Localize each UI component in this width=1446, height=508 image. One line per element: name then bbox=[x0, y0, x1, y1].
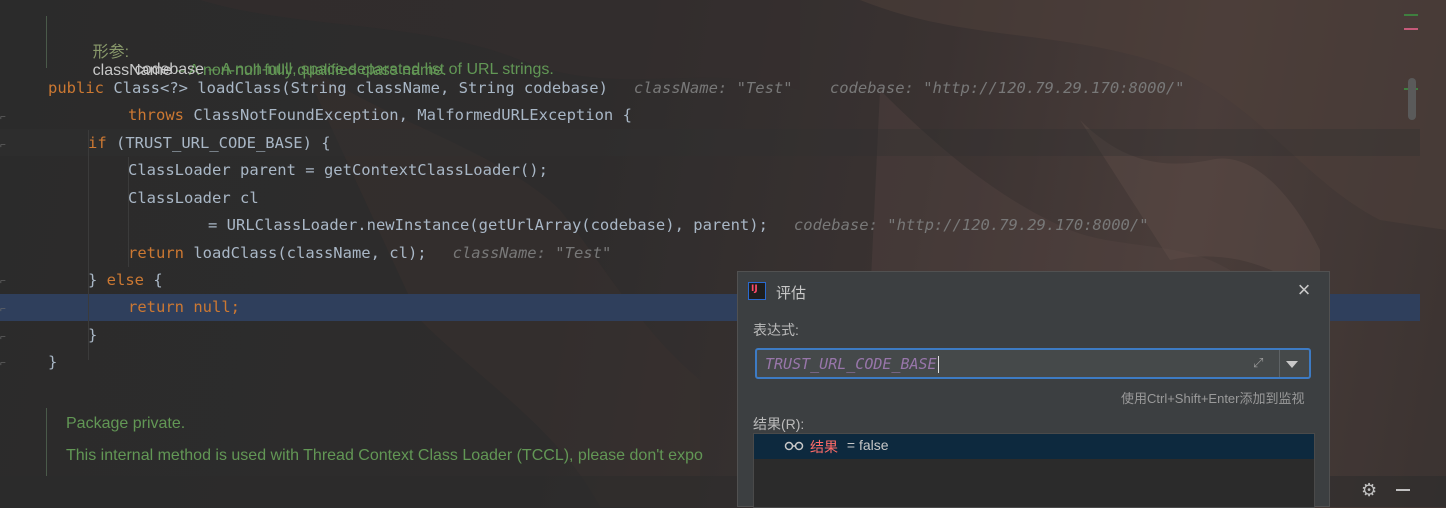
evaluate-dialog: 评估 × 表达式: TRUST_URL_CODE_BASE ⤢ 使用Ctrl+S… bbox=[737, 271, 1330, 508]
expression-input[interactable]: TRUST_URL_CODE_BASE ⤢ bbox=[755, 348, 1311, 379]
code-line: return loadClass(className, cl); classNam… bbox=[128, 244, 612, 262]
code-line: = URLClassLoader.newInstance(getUrlArray… bbox=[208, 216, 1149, 234]
code-line: if (TRUST_URL_CODE_BASE) { bbox=[88, 134, 331, 152]
result-value: = false bbox=[843, 437, 889, 453]
javadoc-comment: Package private. This internal method is… bbox=[46, 408, 737, 476]
javadoc-params: 形参: className – A non-null fully qualifi… bbox=[46, 16, 857, 79]
text-caret bbox=[937, 356, 939, 373]
expression-text[interactable]: TRUST_URL_CODE_BASE bbox=[765, 355, 939, 373]
fold-marker-icon[interactable]: ⌐ bbox=[0, 112, 8, 124]
code-line: throws ClassNotFoundException, Malformed… bbox=[128, 106, 632, 124]
code-line: } bbox=[48, 353, 58, 371]
code-line: public Class<?> loadClass(String classNa… bbox=[48, 79, 1185, 97]
intellij-logo-icon bbox=[748, 282, 766, 300]
vertical-scrollbar[interactable] bbox=[1408, 78, 1416, 120]
result-tree[interactable]: 结果 = false bbox=[753, 433, 1315, 508]
result-label: 结果(R): bbox=[753, 416, 805, 432]
close-icon[interactable]: × bbox=[1293, 279, 1315, 301]
code-line: ClassLoader cl bbox=[128, 189, 259, 207]
result-row[interactable]: 结果 = false bbox=[754, 434, 1314, 459]
inline-debug-hint: className: "Test" bbox=[452, 244, 612, 262]
stripe-mark[interactable] bbox=[1404, 28, 1418, 30]
code-line: } bbox=[88, 326, 98, 344]
fold-marker-icon[interactable]: ⌐ bbox=[0, 304, 8, 316]
current-execution-line: return null; bbox=[128, 298, 241, 316]
code-line: } else { bbox=[88, 271, 163, 289]
doc-text: Package private. bbox=[66, 415, 186, 432]
expression-label: 表达式: bbox=[753, 322, 799, 338]
minimize-icon[interactable] bbox=[1396, 489, 1410, 491]
inline-debug-hint: className: "Test" codebase: "http://120.… bbox=[633, 79, 1185, 97]
chevron-down-icon[interactable] bbox=[1286, 361, 1298, 368]
fold-marker-icon[interactable]: ⌐ bbox=[0, 276, 8, 288]
doc-text: This internal method is used with Thread… bbox=[66, 447, 703, 464]
fold-marker-icon[interactable]: ⌐ bbox=[0, 332, 8, 344]
stripe-mark[interactable] bbox=[1404, 14, 1418, 16]
dropdown-divider bbox=[1279, 350, 1280, 377]
code-line: ClassLoader parent = getContextClassLoad… bbox=[128, 161, 548, 179]
add-to-watches-hint: 使用Ctrl+Shift+Enter添加到监视 bbox=[1121, 391, 1305, 406]
inline-debug-hint: codebase: "http://120.79.29.170:8000/" bbox=[793, 216, 1149, 234]
watch-glasses-icon bbox=[784, 441, 804, 451]
fold-marker-icon[interactable]: ⌐ bbox=[0, 358, 8, 370]
result-name: 结果 bbox=[810, 439, 838, 455]
dialog-title: 评估 bbox=[776, 285, 807, 302]
gear-icon[interactable]: ⚙ bbox=[1361, 480, 1381, 500]
fold-marker-icon[interactable]: ⌐ bbox=[0, 140, 8, 152]
expand-icon[interactable]: ⤢ bbox=[1253, 355, 1271, 373]
